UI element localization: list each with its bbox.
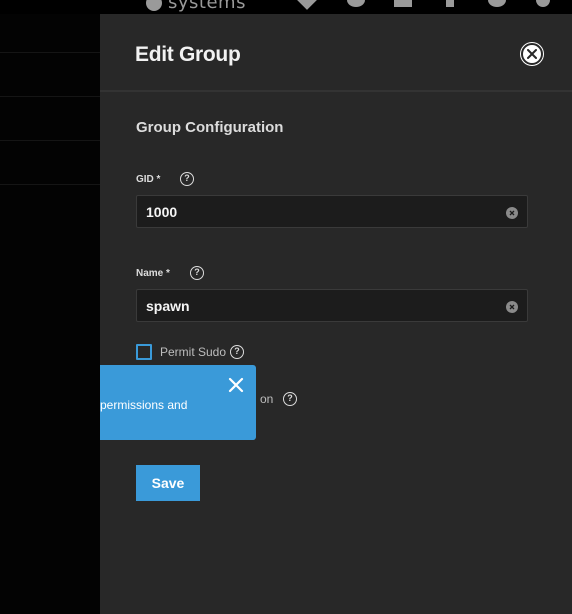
gid-value: 1000 <box>146 204 178 220</box>
topbar-icon-4[interactable] <box>446 0 454 7</box>
topbar-icon-3[interactable] <box>394 0 412 7</box>
topbar-icon-6[interactable] <box>536 0 550 7</box>
tooltip-close-icon[interactable] <box>228 377 244 393</box>
gid-label: GID * <box>136 174 161 185</box>
close-icon <box>527 49 537 59</box>
help-tooltip: permissions and <box>100 365 256 440</box>
name-input[interactable]: spawn <box>136 289 528 322</box>
name-help-icon[interactable]: ? <box>190 266 204 280</box>
name-clear-icon[interactable] <box>506 301 518 313</box>
edit-group-panel: Edit Group Group Configuration GID * ? 1… <box>100 14 572 614</box>
panel-header: Edit Group <box>100 14 572 92</box>
brand-logo[interactable]: systems <box>146 0 246 13</box>
brand-mark-icon <box>146 0 162 11</box>
topbar-icon-1[interactable] <box>297 0 317 10</box>
save-button[interactable]: Save <box>136 465 200 501</box>
tooltip-text: permissions and <box>100 398 188 412</box>
name-label: Name * <box>136 268 170 279</box>
permit-sudo-label[interactable]: Permit Sudo <box>160 345 226 359</box>
close-panel-button[interactable] <box>521 43 543 65</box>
section-title: Group Configuration <box>136 119 284 136</box>
gid-input[interactable]: 1000 <box>136 195 528 228</box>
permit-sudo-help-icon[interactable]: ? <box>230 345 244 359</box>
permit-sudo-checkbox[interactable] <box>136 344 152 360</box>
topbar-icon-5[interactable] <box>488 0 506 7</box>
topbar-icon-2[interactable] <box>347 0 365 7</box>
top-bar: systems <box>0 0 572 14</box>
partial-option-label[interactable]: on <box>260 392 273 406</box>
panel-title: Edit Group <box>135 43 241 66</box>
brand-text: systems <box>168 0 246 13</box>
name-value: spawn <box>146 298 190 314</box>
gid-clear-icon[interactable] <box>506 207 518 219</box>
gid-help-icon[interactable]: ? <box>180 172 194 186</box>
partial-option-help-icon[interactable]: ? <box>283 392 297 406</box>
